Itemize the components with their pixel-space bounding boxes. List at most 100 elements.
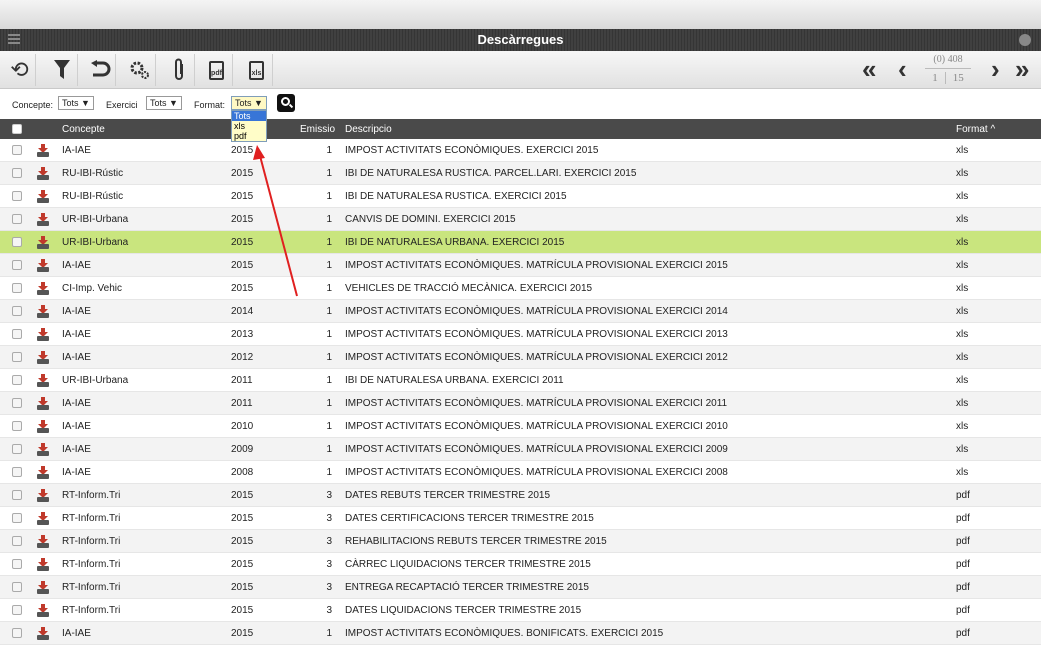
table-row[interactable]: UR-IBI-Urbana 2011 1 IBI DE NATURALESA URBA… xyxy=(0,369,1041,392)
last-page-icon[interactable]: » xyxy=(1015,52,1029,86)
row-checkbox[interactable] xyxy=(12,375,22,385)
download-icon[interactable] xyxy=(37,259,49,272)
select-all-checkbox[interactable] xyxy=(12,124,22,134)
format-select[interactable]: Tots ▼ xyxy=(231,96,267,110)
download-icon[interactable] xyxy=(37,305,49,318)
pager-current[interactable]: 1 xyxy=(929,72,941,84)
download-icon[interactable] xyxy=(37,328,49,341)
download-icon[interactable] xyxy=(37,535,49,548)
row-checkbox[interactable] xyxy=(12,559,22,569)
format-option[interactable]: Tots xyxy=(232,111,266,121)
table-row[interactable]: RT-Inform.Tri 2015 3 DATES CERTIFICACIONS T… xyxy=(0,507,1041,530)
table-row[interactable]: IA-IAE 2009 1 IMPOST ACTIVITATS ECONÒMIQUES… xyxy=(0,438,1041,461)
cell-emissio: 1 xyxy=(326,352,332,363)
table-row[interactable]: IA-IAE 2010 1 IMPOST ACTIVITATS ECONÒMIQUES… xyxy=(0,415,1041,438)
download-icon[interactable] xyxy=(37,443,49,456)
download-icon[interactable] xyxy=(37,581,49,594)
row-checkbox[interactable] xyxy=(12,168,22,178)
search-button[interactable] xyxy=(277,94,295,112)
download-icon[interactable] xyxy=(37,604,49,617)
row-checkbox[interactable] xyxy=(12,444,22,454)
row-checkbox[interactable] xyxy=(12,191,22,201)
table-row[interactable]: IA-IAE 2015 1 IMPOST ACTIVITATS ECONÒMIQUES… xyxy=(0,254,1041,277)
filter-icon[interactable] xyxy=(46,54,78,86)
xls-export-icon[interactable]: xls xyxy=(241,54,273,86)
row-checkbox[interactable] xyxy=(12,490,22,500)
exercici-select[interactable]: Tots ▼ xyxy=(146,96,182,110)
first-page-icon[interactable]: « xyxy=(862,52,876,86)
download-icon[interactable] xyxy=(37,420,49,433)
undo-icon[interactable] xyxy=(84,54,116,86)
row-checkbox[interactable] xyxy=(12,628,22,638)
row-checkbox[interactable] xyxy=(12,513,22,523)
download-icon[interactable] xyxy=(37,351,49,364)
next-page-icon[interactable]: › xyxy=(991,52,1000,86)
pdf-export-icon[interactable]: pdf xyxy=(201,54,233,86)
table-row[interactable]: RU-IBI-Rústic 2015 1 IBI DE NATURALESA RUST… xyxy=(0,185,1041,208)
row-checkbox[interactable] xyxy=(12,306,22,316)
download-icon[interactable] xyxy=(37,144,49,157)
row-checkbox[interactable] xyxy=(12,352,22,362)
row-checkbox[interactable] xyxy=(12,421,22,431)
cell-concepte: IA-IAE xyxy=(62,421,91,432)
download-icon[interactable] xyxy=(37,167,49,180)
table-row[interactable]: IA-IAE 2014 1 IMPOST ACTIVITATS ECONÒMIQUES… xyxy=(0,300,1041,323)
table-row[interactable]: IA-IAE 2015 1 IMPOST ACTIVITATS ECONÒMIQUES… xyxy=(0,139,1041,162)
table-row[interactable]: UR-IBI-Urbana 2015 1 IBI DE NATURALESA URBA… xyxy=(0,231,1041,254)
gears-icon[interactable] xyxy=(124,54,156,86)
refresh-icon[interactable]: ⟲ xyxy=(4,54,36,86)
row-checkbox[interactable] xyxy=(12,398,22,408)
previous-page-icon[interactable]: ‹ xyxy=(898,52,907,86)
download-icon[interactable] xyxy=(37,213,49,226)
concepte-select[interactable]: Tots ▼ xyxy=(58,96,94,110)
row-checkbox[interactable] xyxy=(12,214,22,224)
cell-exercici: 2015 xyxy=(231,605,254,616)
table-row[interactable]: RT-Inform.Tri 2015 3 DATES LIQUIDACIONS TER… xyxy=(0,599,1041,622)
row-checkbox[interactable] xyxy=(12,260,22,270)
download-icon[interactable] xyxy=(37,190,49,203)
download-icon[interactable] xyxy=(37,512,49,525)
table-row[interactable]: UR-IBI-Urbana 2015 1 CANVIS DE DOMINI. EXER… xyxy=(0,208,1041,231)
cell-emissio: 1 xyxy=(326,375,332,386)
header-concepte[interactable]: Concepte xyxy=(62,124,105,135)
row-checkbox[interactable] xyxy=(12,582,22,592)
download-icon[interactable] xyxy=(37,397,49,410)
table-row[interactable]: CI-Imp. Vehic 2015 1 VEHICLES DE TRACCIÓ ME… xyxy=(0,277,1041,300)
table-row[interactable]: IA-IAE 2008 1 IMPOST ACTIVITATS ECONÒMIQUES… xyxy=(0,461,1041,484)
row-checkbox[interactable] xyxy=(12,605,22,615)
table-row[interactable]: IA-IAE 2015 1 IMPOST ACTIVITATS ECONÒMIQUES… xyxy=(0,622,1041,645)
row-checkbox[interactable] xyxy=(12,329,22,339)
download-icon[interactable] xyxy=(37,489,49,502)
download-icon[interactable] xyxy=(37,374,49,387)
table-row[interactable]: RU-IBI-Rústic 2015 1 IBI DE NATURALESA RUST… xyxy=(0,162,1041,185)
download-icon[interactable] xyxy=(37,282,49,295)
cell-format: xls xyxy=(956,467,969,478)
header-emissio[interactable]: Emissio xyxy=(300,124,335,135)
row-checkbox[interactable] xyxy=(12,145,22,155)
row-checkbox[interactable] xyxy=(12,536,22,546)
cell-format: xls xyxy=(956,168,969,179)
table-row[interactable]: RT-Inform.Tri 2015 3 ENTREGA RECAPTACIÓ TER… xyxy=(0,576,1041,599)
attachment-icon[interactable] xyxy=(163,54,195,86)
cell-descripcio: VEHICLES DE TRACCIÓ MECÀNICA. EXERCICI 2… xyxy=(345,283,593,294)
format-select-value: Tots xyxy=(235,98,252,108)
table-row[interactable]: RT-Inform.Tri 2015 3 DATES REBUTS TERCER TR… xyxy=(0,484,1041,507)
download-icon[interactable] xyxy=(37,558,49,571)
table-row[interactable]: IA-IAE 2011 1 IMPOST ACTIVITATS ECONÒMIQUES… xyxy=(0,392,1041,415)
format-option[interactable]: pdf xyxy=(232,131,266,141)
header-descripcio[interactable]: Descripcio xyxy=(345,124,392,135)
table-row[interactable]: IA-IAE 2012 1 IMPOST ACTIVITATS ECONÒMIQUES… xyxy=(0,346,1041,369)
table-row[interactable]: IA-IAE 2013 1 IMPOST ACTIVITATS ECONÒMIQUES… xyxy=(0,323,1041,346)
header-format[interactable]: Format ^ xyxy=(956,124,995,135)
table-row[interactable]: RT-Inform.Tri 2015 3 REHABILITACIONS REBUTS… xyxy=(0,530,1041,553)
format-option[interactable]: xls xyxy=(232,121,266,131)
download-icon[interactable] xyxy=(37,627,49,640)
settings-bug-icon[interactable] xyxy=(1019,34,1031,46)
download-icon[interactable] xyxy=(37,236,49,249)
row-checkbox[interactable] xyxy=(12,237,22,247)
row-checkbox[interactable] xyxy=(12,467,22,477)
table-row[interactable]: RT-Inform.Tri 2015 3 CÀRREC LIQUIDACIONS TE… xyxy=(0,553,1041,576)
row-checkbox[interactable] xyxy=(12,283,22,293)
download-icon[interactable] xyxy=(37,466,49,479)
cell-exercici: 2015 xyxy=(231,168,254,179)
